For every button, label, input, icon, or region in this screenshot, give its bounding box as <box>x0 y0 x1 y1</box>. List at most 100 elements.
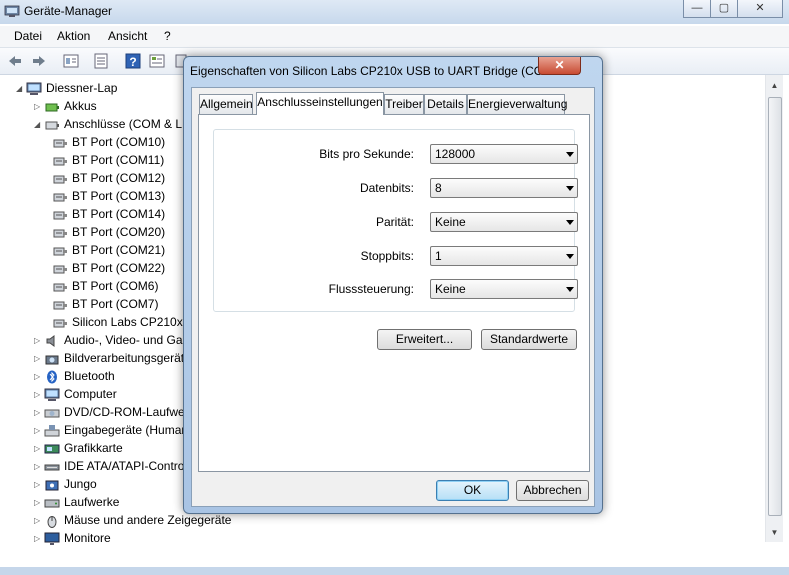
tree-root[interactable]: ◢ Diessner-Lap <box>16 79 117 97</box>
stop-bits-select[interactable]: 1 <box>430 246 578 266</box>
menu-bar: Datei Aktion Ansicht ? <box>0 26 789 48</box>
status-bar <box>0 567 789 575</box>
tab-allgemein[interactable]: Allgemein <box>199 94 253 114</box>
tree-item[interactable]: ▷ Akkus <box>34 97 97 115</box>
properties-dialog: Eigenschaften von Silicon Labs CP210x US… <box>183 56 603 514</box>
tree-item-label: BT Port (COM21) <box>72 243 166 257</box>
tree-item[interactable]: ▷ IDE ATA/ATAPI-Controller <box>34 457 200 475</box>
tree-item[interactable]: BT Port (COM21) <box>52 241 165 259</box>
dropdown-arrow-icon <box>566 287 574 292</box>
tree-item-label: BT Port (COM11) <box>72 153 165 167</box>
tree-item-label: BT Port (COM12) <box>72 171 166 185</box>
dialog-close-button[interactable]: ✕ <box>538 57 581 75</box>
menu-help[interactable]: ? <box>164 29 171 43</box>
collapse-arrow-icon[interactable]: ◢ <box>16 80 26 98</box>
properties-view-icon[interactable] <box>62 52 80 70</box>
port-icon <box>53 301 67 310</box>
expand-arrow-icon[interactable]: ▷ <box>34 98 44 116</box>
port-icon <box>53 265 67 274</box>
expand-arrow-icon[interactable]: ▷ <box>34 512 44 530</box>
monitor-icon <box>44 532 60 545</box>
flow-control-select[interactable]: Keine <box>430 279 578 299</box>
tree-item[interactable]: ▷ Grafikkarte <box>34 439 123 457</box>
scroll-up-icon[interactable]: ▲ <box>766 77 783 94</box>
tree-item[interactable]: BT Port (COM12) <box>52 169 165 187</box>
tree-item-label: BT Port (COM14) <box>72 207 166 221</box>
tree-item-label: IDE ATA/ATAPI-Controller <box>64 459 201 473</box>
tree-item-label: BT Port (COM13) <box>72 189 166 203</box>
tree-item[interactable]: BT Port (COM20) <box>52 223 165 241</box>
tree-item[interactable]: BT Port (COM10) <box>52 133 165 151</box>
minimize-button[interactable]: — <box>683 0 711 18</box>
collapse-arrow-icon[interactable]: ◢ <box>34 116 44 134</box>
expand-arrow-icon[interactable]: ▷ <box>34 422 44 440</box>
menu-datei[interactable]: Datei <box>14 29 42 43</box>
tree-item-label: Akkus <box>64 99 97 113</box>
scroll-down-icon[interactable]: ▼ <box>766 524 783 541</box>
expand-arrow-icon[interactable]: ▷ <box>34 386 44 404</box>
tree-item-label: DVD/CD-ROM-Laufwerke <box>64 405 202 419</box>
tab-anschlusseinstellungen[interactable]: Anschlusseinstellungen <box>256 92 384 115</box>
tree-item[interactable]: BT Port (COM6) <box>52 277 158 295</box>
expand-arrow-icon[interactable]: ▷ <box>34 332 44 350</box>
ok-button[interactable]: OK <box>436 480 509 501</box>
tree-item-label: Monitore <box>64 531 111 545</box>
expand-arrow-icon[interactable]: ▷ <box>34 458 44 476</box>
camera-icon <box>45 355 59 365</box>
vertical-scrollbar[interactable]: ▲ ▼ <box>765 75 783 542</box>
tree-item[interactable]: ▷ DVD/CD-ROM-Laufwerke <box>34 403 201 421</box>
computer-icon <box>26 82 42 95</box>
tree-item[interactable]: BT Port (COM7) <box>52 295 158 313</box>
tab-energieverwaltung[interactable]: Energieverwaltung <box>467 94 567 114</box>
device-manager-icon <box>4 5 20 17</box>
tree-item[interactable]: ▷ Bluetooth <box>34 367 115 385</box>
advanced-button[interactable]: Erweitert... <box>377 329 472 350</box>
baud-rate-select[interactable]: 128000 <box>430 144 578 164</box>
close-button[interactable]: ✕ <box>737 0 783 18</box>
dropdown-arrow-icon <box>566 254 574 259</box>
svg-text:?: ? <box>129 55 136 69</box>
details-icon[interactable] <box>148 52 166 70</box>
parity-select[interactable]: Keine <box>430 212 578 232</box>
tree-item[interactable]: Silicon Labs CP210x <box>52 313 183 331</box>
expand-arrow-icon[interactable]: ▷ <box>34 440 44 458</box>
tree-item[interactable]: ◢ Anschlüsse (COM & LPT) <box>34 115 201 133</box>
expand-arrow-icon[interactable]: ▷ <box>34 494 44 512</box>
tree-item[interactable]: ▷ Computer <box>34 385 117 403</box>
port-icon <box>53 319 67 328</box>
tree-item[interactable]: BT Port (COM14) <box>52 205 165 223</box>
help-icon[interactable]: ? <box>124 52 142 70</box>
tree-item-label: BT Port (COM20) <box>72 225 166 239</box>
tree-item[interactable]: ▷ Laufwerke <box>34 493 119 511</box>
baud-rate-label: Bits pro Sekunde: <box>319 147 414 161</box>
tree-item[interactable]: ▷ Bildverarbeitungsgeräte <box>34 349 191 367</box>
data-bits-select[interactable]: 8 <box>430 178 578 198</box>
scroll-thumb[interactable] <box>768 97 782 516</box>
tree-item[interactable]: BT Port (COM11) <box>52 151 164 169</box>
tree-item-label: Anschlüsse (COM & LPT) <box>64 117 202 131</box>
expand-arrow-icon[interactable]: ▷ <box>34 530 44 548</box>
expand-arrow-icon[interactable]: ▷ <box>34 350 44 368</box>
maximize-button[interactable]: ▢ <box>710 0 738 18</box>
back-icon[interactable] <box>6 52 24 70</box>
expand-arrow-icon[interactable]: ▷ <box>34 404 44 422</box>
menu-ansicht[interactable]: Ansicht <box>108 29 147 43</box>
expand-arrow-icon[interactable]: ▷ <box>34 368 44 386</box>
expand-arrow-icon[interactable]: ▷ <box>34 476 44 494</box>
tab-treiber[interactable]: Treiber <box>384 94 424 114</box>
tree-item[interactable]: ▷ Monitore <box>34 529 111 547</box>
forward-icon[interactable] <box>30 52 48 70</box>
menu-aktion[interactable]: Aktion <box>57 29 90 43</box>
tree-item[interactable]: BT Port (COM13) <box>52 187 165 205</box>
tree-item[interactable]: BT Port (COM22) <box>52 259 165 277</box>
tree-item[interactable]: ▷ Jungo <box>34 475 97 493</box>
list-icon[interactable] <box>92 52 110 70</box>
tree-item-label: BT Port (COM7) <box>72 297 159 311</box>
tab-details[interactable]: Details <box>424 94 467 114</box>
tree-item-label: BT Port (COM10) <box>72 135 166 149</box>
tree-item-label: Bluetooth <box>64 369 115 383</box>
cancel-button[interactable]: Abbrechen <box>516 480 589 501</box>
restore-defaults-button[interactable]: Standardwerte <box>481 329 577 350</box>
display-adapter-icon <box>44 444 60 454</box>
data-bits-label: Datenbits: <box>359 181 414 195</box>
